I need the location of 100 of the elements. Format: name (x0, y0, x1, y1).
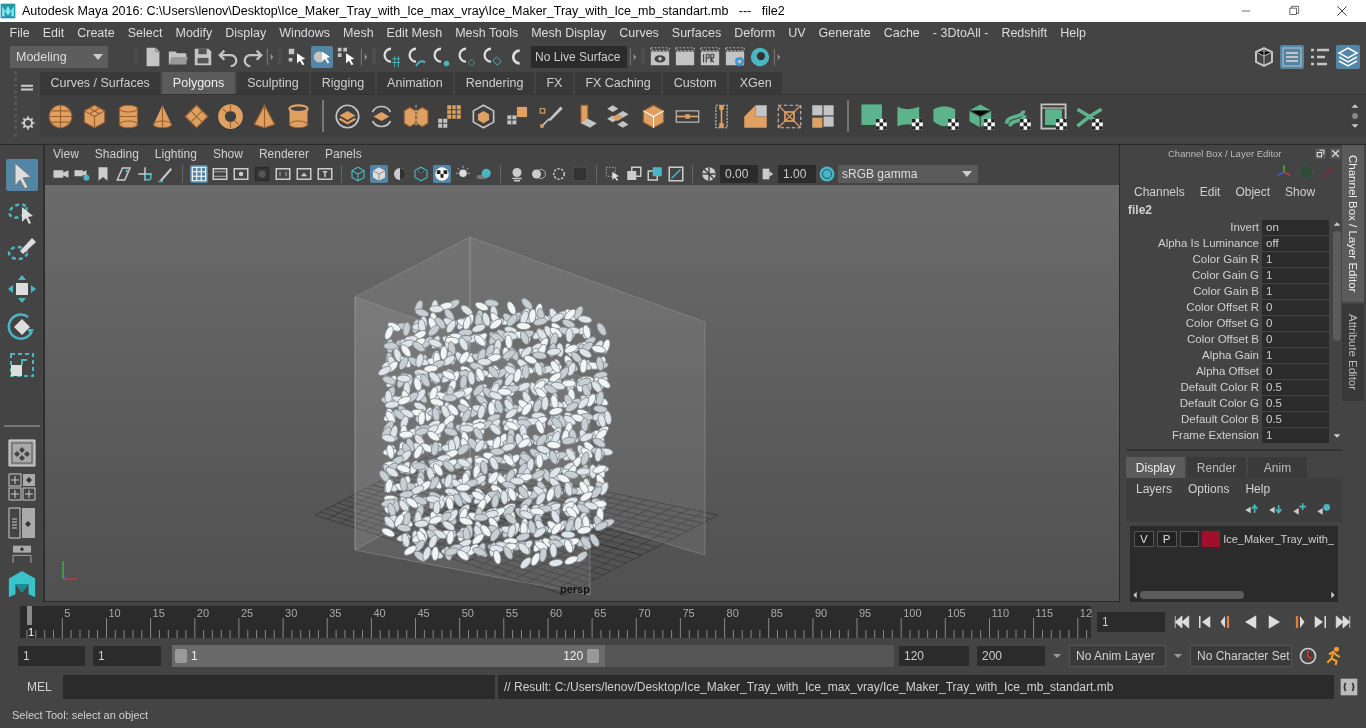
select-object-icon[interactable] (311, 46, 333, 68)
auto-key-icon[interactable] (1298, 646, 1318, 666)
pan-zoom-icon[interactable] (136, 164, 154, 183)
separator-arrow-icon[interactable] (264, 46, 274, 68)
shelf-tab[interactable]: Polygons (162, 72, 235, 94)
menu-item[interactable]: Mesh Tools (448, 26, 525, 40)
gamma-field[interactable]: 1.00 (778, 164, 816, 183)
checker-square-icon[interactable] (859, 101, 888, 131)
sphere-icon[interactable] (47, 102, 74, 130)
shelf-tab[interactable]: Custom (663, 72, 728, 94)
dropdown-arrow-icon[interactable] (961, 169, 973, 178)
shaded-cube-icon[interactable] (370, 164, 388, 183)
cube-icon[interactable] (640, 102, 667, 130)
menu-item[interactable]: Redshift (994, 26, 1054, 40)
wireframe-cube-icon[interactable] (349, 164, 367, 183)
menu-item[interactable]: Modify (169, 26, 219, 40)
side-pane-layout-icon[interactable] (7, 507, 36, 539)
playback-start-field[interactable]: 1 (93, 646, 161, 666)
range-handle[interactable] (587, 649, 600, 663)
wire-cube-icon[interactable] (470, 102, 497, 130)
ipr-render-icon[interactable] (699, 46, 721, 68)
separator-arrow-icon[interactable] (627, 46, 637, 68)
attribute-field[interactable]: 0.5 (1262, 395, 1329, 411)
layer-menu-item[interactable]: Layers (1136, 482, 1173, 496)
pipe-icon[interactable] (285, 102, 312, 130)
attribute-field[interactable]: 0.5 (1262, 379, 1329, 395)
box-grid-icon[interactable] (1252, 45, 1276, 69)
xray-components-icon[interactable] (667, 164, 685, 183)
attribute-field[interactable]: 0.5 (1262, 411, 1329, 427)
reference-toggle[interactable] (1179, 531, 1200, 547)
shelf-tab[interactable]: Curves / Surfaces (40, 72, 161, 94)
channel-menu-item[interactable]: Channels (1134, 185, 1185, 200)
end-time-field[interactable]: 200 (977, 646, 1045, 666)
shelf-tab[interactable]: FX Caching (574, 72, 662, 94)
menu-item[interactable]: Cache (877, 26, 927, 40)
attribute-field[interactable]: off (1262, 235, 1329, 251)
color-management-icon[interactable] (818, 164, 836, 183)
float-window-icon[interactable] (1314, 146, 1327, 160)
menu-item[interactable]: - 3DtoAll - (926, 26, 995, 40)
diamond-icon[interactable] (183, 102, 210, 130)
hypershade-icon[interactable] (749, 46, 771, 68)
layer-tab[interactable]: Render (1187, 457, 1246, 478)
playback-end-field[interactable]: 120 (899, 646, 969, 666)
layers-stack-icon[interactable] (1336, 45, 1360, 69)
layer-menu-item[interactable]: Options (1188, 482, 1230, 496)
panel-menu-item[interactable]: Panels (324, 146, 370, 161)
new-layer-selected-icon[interactable] (1316, 502, 1332, 518)
checker-window-icon[interactable] (1039, 101, 1068, 131)
dropdown-arrow-icon[interactable] (92, 53, 104, 61)
current-frame-field[interactable]: 1 (1097, 612, 1165, 632)
skip-to-start-icon[interactable] (1173, 613, 1191, 631)
side-tab[interactable]: Attribute Editor (1342, 304, 1364, 401)
four-pane-layout-icon[interactable] (7, 473, 36, 501)
live-surface-field[interactable]: No Live Surface (531, 46, 627, 68)
stacked-layers-icon[interactable] (334, 102, 361, 130)
panel-menu-item[interactable]: Shading (94, 146, 147, 161)
attribute-field[interactable]: 1 (1262, 267, 1329, 283)
image-plane-icon[interactable] (115, 164, 133, 183)
layer-tab[interactable]: Anim (1248, 457, 1307, 478)
playback-toggle[interactable]: P (1156, 531, 1177, 547)
channel-menu-item[interactable]: Edit (1199, 185, 1221, 200)
shelf-tab[interactable]: Animation (376, 72, 454, 94)
render-settings-icon[interactable] (724, 46, 746, 68)
anim-layer-dropdown[interactable]: No Anim Layer (1069, 645, 1166, 667)
render-view-icon[interactable] (649, 46, 671, 68)
checker-sphere-icon[interactable] (433, 164, 451, 183)
command-input-field[interactable] (63, 674, 495, 699)
select-hierarchy-icon[interactable] (286, 46, 308, 68)
range-slider[interactable]: 1 120 (172, 645, 894, 667)
separator-arrow-icon[interactable] (771, 46, 781, 68)
menu-item[interactable]: Create (70, 26, 122, 40)
settings-icon[interactable] (20, 115, 36, 131)
layer-tab[interactable]: Display (1126, 457, 1185, 478)
skip-to-end-icon[interactable] (1334, 613, 1352, 631)
maximize-icon[interactable] (1287, 4, 1301, 18)
cube-icon[interactable] (81, 102, 108, 130)
single-pane-layout-icon[interactable] (7, 439, 36, 467)
attribute-field[interactable]: 1 (1262, 283, 1329, 299)
torus-icon[interactable] (217, 102, 244, 130)
character-set-dropdown[interactable]: No Character Set (1190, 645, 1292, 667)
shelf-tab[interactable]: XGen (729, 72, 783, 94)
attribute-field[interactable]: 0 (1262, 315, 1329, 331)
menu-item[interactable]: Mesh (336, 26, 381, 40)
layer-color-swatch[interactable] (1202, 531, 1221, 547)
render-frame-icon[interactable] (674, 46, 696, 68)
layer-name[interactable]: Ice_Maker_Tray_with_ (1223, 533, 1334, 545)
attribute-field[interactable]: 0 (1262, 299, 1329, 315)
menu-item[interactable]: Generate (812, 26, 878, 40)
attribute-field[interactable]: 0 (1262, 363, 1329, 379)
range-handle[interactable] (175, 649, 187, 663)
pyramid-icon[interactable] (251, 102, 278, 130)
attribute-field[interactable]: on (1262, 219, 1329, 235)
textured-cube-icon[interactable] (412, 164, 430, 183)
dashed-frame-icon[interactable] (776, 102, 803, 130)
menu-item[interactable]: Curves (612, 26, 666, 40)
color-space-dropdown[interactable]: sRGB gamma (838, 164, 978, 183)
panel-menu-item[interactable]: View (53, 146, 87, 161)
squares-icon[interactable] (810, 102, 837, 130)
attribute-field[interactable]: 1 (1262, 251, 1329, 267)
exposure-icon[interactable] (700, 164, 718, 183)
